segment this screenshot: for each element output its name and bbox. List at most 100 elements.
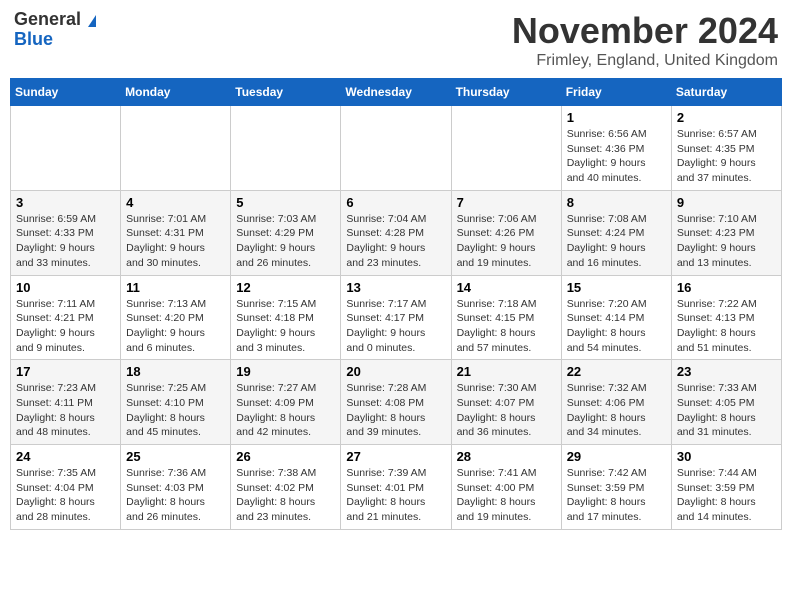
day-number: 1 — [567, 110, 666, 125]
day-number: 8 — [567, 195, 666, 210]
calendar-cell: 30Sunrise: 7:44 AMSunset: 3:59 PMDayligh… — [671, 445, 781, 530]
calendar-cell: 15 Sunrise: 7:20 AMSunset: 4:14 PMDayligh… — [561, 275, 671, 360]
calendar-cell: 8Sunrise: 7:08 AMSunset: 4:24 PMDaylight… — [561, 190, 671, 275]
calendar-week-row: 3 Sunrise: 6:59 AMSunset: 4:33 PMDaylight… — [11, 190, 782, 275]
day-info: Sunrise: 7:18 AMSunset: 4:15 PMDaylight:… — [457, 297, 556, 356]
weekday-header: Friday — [561, 79, 671, 106]
day-info: Sunrise: 7:39 AMSunset: 4:01 PMDaylight:… — [346, 466, 445, 525]
calendar-cell: 1 Sunrise: 6:56 AMSunset: 4:36 PMDaylight… — [561, 106, 671, 191]
calendar-cell: 18Sunrise: 7:25 AMSunset: 4:10 PMDayligh… — [121, 360, 231, 445]
day-info: Sunrise: 7:28 AMSunset: 4:08 PMDaylight:… — [346, 381, 445, 440]
day-number: 6 — [346, 195, 445, 210]
day-number: 23 — [677, 364, 776, 379]
day-info: Sunrise: 7:44 AMSunset: 3:59 PMDaylight:… — [677, 466, 776, 525]
day-number: 24 — [16, 449, 115, 464]
day-number: 10 — [16, 280, 115, 295]
calendar-cell: 14 Sunrise: 7:18 AMSunset: 4:15 PMDayligh… — [451, 275, 561, 360]
calendar-cell: 9 Sunrise: 7:10 AMSunset: 4:23 PMDaylight… — [671, 190, 781, 275]
day-number: 17 — [16, 364, 115, 379]
calendar-cell: 10 Sunrise: 7:11 AMSunset: 4:21 PMDayligh… — [11, 275, 121, 360]
weekday-header: Saturday — [671, 79, 781, 106]
weekday-header: Sunday — [11, 79, 121, 106]
calendar-cell: 7Sunrise: 7:06 AMSunset: 4:26 PMDaylight… — [451, 190, 561, 275]
calendar-cell: 28Sunrise: 7:41 AMSunset: 4:00 PMDayligh… — [451, 445, 561, 530]
day-number: 22 — [567, 364, 666, 379]
calendar-cell — [121, 106, 231, 191]
calendar-cell: 24 Sunrise: 7:35 AMSunset: 4:04 PMDayligh… — [11, 445, 121, 530]
day-info: Sunrise: 7:27 AMSunset: 4:09 PMDaylight:… — [236, 381, 335, 440]
day-number: 11 — [126, 280, 225, 295]
weekday-header: Thursday — [451, 79, 561, 106]
day-info: Sunrise: 7:03 AMSunset: 4:29 PMDaylight:… — [236, 212, 335, 271]
day-info: Sunrise: 7:17 AMSunset: 4:17 PMDaylight:… — [346, 297, 445, 356]
day-info: Sunrise: 6:56 AMSunset: 4:36 PMDaylight:… — [567, 127, 666, 186]
day-number: 2 — [677, 110, 776, 125]
day-number: 27 — [346, 449, 445, 464]
day-number: 3 — [16, 195, 115, 210]
calendar-cell: 4 Sunrise: 7:01 AMSunset: 4:31 PMDaylight… — [121, 190, 231, 275]
weekday-header: Monday — [121, 79, 231, 106]
day-info: Sunrise: 7:38 AMSunset: 4:02 PMDaylight:… — [236, 466, 335, 525]
day-info: Sunrise: 7:11 AMSunset: 4:21 PMDaylight:… — [16, 297, 115, 356]
calendar-week-row: 10 Sunrise: 7:11 AMSunset: 4:21 PMDayligh… — [11, 275, 782, 360]
day-number: 26 — [236, 449, 335, 464]
calendar-cell: 20 Sunrise: 7:28 AMSunset: 4:08 PMDayligh… — [341, 360, 451, 445]
calendar-cell: 29Sunrise: 7:42 AMSunset: 3:59 PMDayligh… — [561, 445, 671, 530]
day-number: 13 — [346, 280, 445, 295]
day-number: 4 — [126, 195, 225, 210]
logo-icon — [88, 15, 96, 27]
day-info: Sunrise: 7:41 AMSunset: 4:00 PMDaylight:… — [457, 466, 556, 525]
day-info: Sunrise: 7:13 AMSunset: 4:20 PMDaylight:… — [126, 297, 225, 356]
day-number: 25 — [126, 449, 225, 464]
page-header: General Blue November 2024 Frimley, Engl… — [10, 10, 782, 70]
calendar-week-row: 1 Sunrise: 6:56 AMSunset: 4:36 PMDaylight… — [11, 106, 782, 191]
calendar-cell: 22 Sunrise: 7:32 AMSunset: 4:06 PMDayligh… — [561, 360, 671, 445]
day-number: 29 — [567, 449, 666, 464]
logo-general-text: General — [14, 9, 81, 29]
day-info: Sunrise: 7:04 AMSunset: 4:28 PMDaylight:… — [346, 212, 445, 271]
calendar-cell: 6 Sunrise: 7:04 AMSunset: 4:28 PMDaylight… — [341, 190, 451, 275]
day-info: Sunrise: 6:59 AMSunset: 4:33 PMDaylight:… — [16, 212, 115, 271]
calendar-cell: 12Sunrise: 7:15 AMSunset: 4:18 PMDayligh… — [231, 275, 341, 360]
calendar-week-row: 17 Sunrise: 7:23 AMSunset: 4:11 PMDayligh… — [11, 360, 782, 445]
calendar-table: SundayMondayTuesdayWednesdayThursdayFrid… — [10, 78, 782, 530]
calendar-cell: 25Sunrise: 7:36 AMSunset: 4:03 PMDayligh… — [121, 445, 231, 530]
calendar-week-row: 24 Sunrise: 7:35 AMSunset: 4:04 PMDayligh… — [11, 445, 782, 530]
calendar-cell: 3 Sunrise: 6:59 AMSunset: 4:33 PMDaylight… — [11, 190, 121, 275]
calendar-header-row: SundayMondayTuesdayWednesdayThursdayFrid… — [11, 79, 782, 106]
calendar-cell: 23 Sunrise: 7:33 AMSunset: 4:05 PMDayligh… — [671, 360, 781, 445]
day-number: 16 — [677, 280, 776, 295]
day-info: Sunrise: 7:10 AMSunset: 4:23 PMDaylight:… — [677, 212, 776, 271]
month-title: November 2024 — [512, 10, 778, 52]
day-info: Sunrise: 7:22 AMSunset: 4:13 PMDaylight:… — [677, 297, 776, 356]
day-number: 14 — [457, 280, 556, 295]
calendar-cell: 27 Sunrise: 7:39 AMSunset: 4:01 PMDayligh… — [341, 445, 451, 530]
day-number: 9 — [677, 195, 776, 210]
title-block: November 2024 Frimley, England, United K… — [512, 10, 778, 70]
location-text: Frimley, England, United Kingdom — [512, 52, 778, 70]
day-info: Sunrise: 7:32 AMSunset: 4:06 PMDaylight:… — [567, 381, 666, 440]
day-info: Sunrise: 7:23 AMSunset: 4:11 PMDaylight:… — [16, 381, 115, 440]
day-info: Sunrise: 7:35 AMSunset: 4:04 PMDaylight:… — [16, 466, 115, 525]
day-number: 20 — [346, 364, 445, 379]
calendar-cell: 13 Sunrise: 7:17 AMSunset: 4:17 PMDayligh… — [341, 275, 451, 360]
weekday-header: Tuesday — [231, 79, 341, 106]
day-info: Sunrise: 7:33 AMSunset: 4:05 PMDaylight:… — [677, 381, 776, 440]
calendar-cell — [341, 106, 451, 191]
logo: General Blue — [14, 10, 96, 50]
day-info: Sunrise: 7:01 AMSunset: 4:31 PMDaylight:… — [126, 212, 225, 271]
calendar-cell: 2 Sunrise: 6:57 AMSunset: 4:35 PMDaylight… — [671, 106, 781, 191]
day-number: 12 — [236, 280, 335, 295]
calendar-cell — [11, 106, 121, 191]
day-info: Sunrise: 6:57 AMSunset: 4:35 PMDaylight:… — [677, 127, 776, 186]
day-info: Sunrise: 7:20 AMSunset: 4:14 PMDaylight:… — [567, 297, 666, 356]
calendar-cell: 19 Sunrise: 7:27 AMSunset: 4:09 PMDayligh… — [231, 360, 341, 445]
day-number: 21 — [457, 364, 556, 379]
logo-blue-text: Blue — [14, 30, 96, 50]
day-number: 15 — [567, 280, 666, 295]
day-info: Sunrise: 7:25 AMSunset: 4:10 PMDaylight:… — [126, 381, 225, 440]
day-number: 5 — [236, 195, 335, 210]
day-info: Sunrise: 7:30 AMSunset: 4:07 PMDaylight:… — [457, 381, 556, 440]
calendar-cell: 21 Sunrise: 7:30 AMSunset: 4:07 PMDayligh… — [451, 360, 561, 445]
day-number: 19 — [236, 364, 335, 379]
